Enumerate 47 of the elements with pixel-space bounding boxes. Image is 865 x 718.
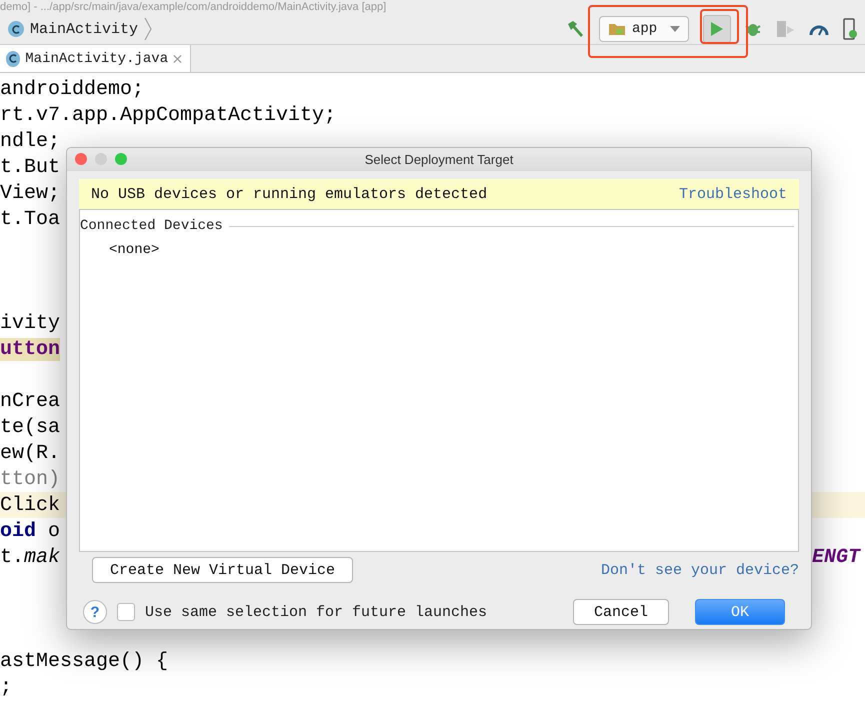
code-text: Click xyxy=(0,494,60,516)
code-text: ndle; xyxy=(0,130,60,152)
code-text: View; xyxy=(0,182,60,204)
device-icon[interactable] xyxy=(843,18,857,40)
checkbox-label: Use same selection for future launches xyxy=(145,604,488,620)
chevron-icon xyxy=(144,17,152,41)
code-text: ; xyxy=(0,676,12,698)
help-link[interactable]: Don't see your device? xyxy=(600,562,799,578)
code-text: androiddemo; xyxy=(0,78,144,100)
editor-tab[interactable]: MainActivity.java xyxy=(0,45,191,72)
code-text: oid xyxy=(0,520,36,542)
hammer-icon[interactable] xyxy=(565,19,585,39)
code-text: ENGT xyxy=(812,546,862,568)
class-icon xyxy=(8,21,24,37)
help-button[interactable]: ? xyxy=(83,600,107,624)
code-text: ew(R. xyxy=(0,442,60,464)
close-icon[interactable] xyxy=(173,54,182,64)
run-configuration-dropdown[interactable]: app xyxy=(599,16,689,42)
folder-icon xyxy=(608,22,626,36)
section-heading: Connected Devices xyxy=(80,218,223,234)
run-button[interactable] xyxy=(703,15,731,43)
caret-icon xyxy=(670,26,680,32)
warning-message: No USB devices or running emulators detected xyxy=(91,186,488,202)
attach-icon[interactable] xyxy=(775,20,795,38)
breadcrumb-item[interactable]: MainActivity xyxy=(30,20,138,38)
code-text: utton xyxy=(0,338,60,360)
troubleshoot-link[interactable]: Troubleshoot xyxy=(678,186,787,202)
code-text: nCrea xyxy=(0,390,60,412)
code-text: o xyxy=(47,520,60,542)
cancel-button[interactable]: Cancel xyxy=(573,599,669,625)
code-text: t.mak xyxy=(0,546,60,568)
create-device-button[interactable]: Create New Virtual Device xyxy=(92,557,354,583)
play-icon xyxy=(710,21,724,37)
checkbox[interactable] xyxy=(117,603,135,621)
close-icon[interactable] xyxy=(75,153,87,165)
code-text: tton) xyxy=(0,468,60,490)
zoom-icon[interactable] xyxy=(115,153,127,165)
code-text: t.Toa xyxy=(0,208,60,230)
code-text: astMessage() { xyxy=(0,650,168,672)
class-icon xyxy=(6,50,20,66)
device-item[interactable]: <none> xyxy=(80,234,798,258)
window-title: demo] - .../app/src/main/java/example/com/androiddemo/MainActivity.java [app] xyxy=(0,1,386,14)
code-text: rt.v7.app.AppCompatActivity; xyxy=(0,104,336,126)
code-text: te(sa xyxy=(0,416,60,438)
code-text: t.But xyxy=(0,156,60,178)
dialog-title: Select Deployment Target xyxy=(364,152,514,166)
code-text: ivity xyxy=(0,312,60,334)
